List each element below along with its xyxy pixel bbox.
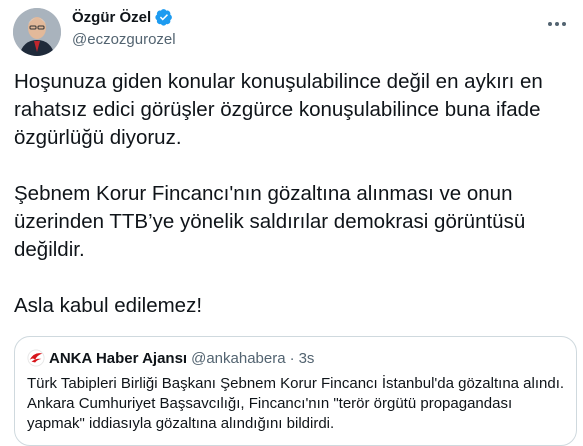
more-options-icon[interactable] [545,12,569,36]
quoted-timestamp: 3s [298,349,315,367]
verified-badge-icon [155,9,173,26]
meta-separator: · [289,349,295,367]
tweet-paragraph: Hoşunuza giden konular konuşulabilince d… [14,70,543,149]
tweet-text: Hoşunuza giden konular konuşulabilince d… [14,68,574,320]
quoted-author-name: ANKA Haber Ajansı [49,349,188,367]
anka-logo-icon [27,349,45,367]
tweet-paragraph: Asla kabul edilemez! [14,294,203,317]
author-name[interactable]: Özgür Özel [72,9,151,26]
author-handle[interactable]: @eczozgurozel [72,31,176,48]
avatar-portrait-icon [13,8,61,56]
quoted-tweet[interactable]: ANKA Haber Ajansı @ankahabera · 3s Türk … [14,336,577,446]
tweet-paragraph: Şebnem Korur Fincancı'nın gözaltına alın… [14,182,526,261]
author-name-row: Özgür Özel [72,8,173,26]
quoted-tweet-text: Türk Tabipleri Birliği Başkanı Şebnem Ko… [27,375,565,432]
author-avatar[interactable] [13,8,61,56]
quoted-tweet-header: ANKA Haber Ajansı @ankahabera · 3s [27,349,314,367]
quoted-author-handle: @ankahabera [191,349,286,367]
